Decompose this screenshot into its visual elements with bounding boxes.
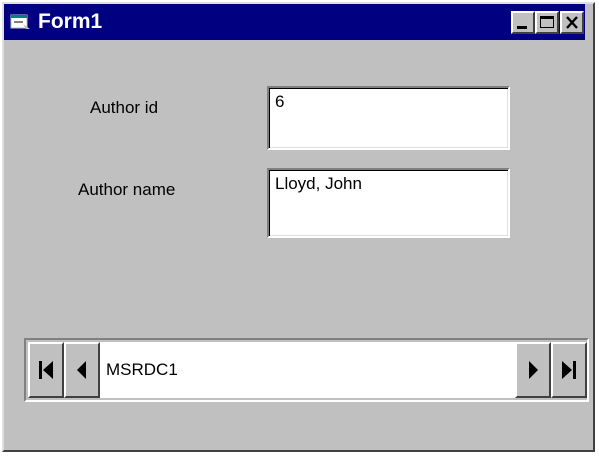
author-id-label: Author id (90, 98, 159, 117)
move-last-button[interactable] (551, 342, 587, 398)
author-name-label: Author name (78, 180, 176, 199)
window-title: Form1 (38, 10, 103, 33)
remote-data-control: MSRDC1 (24, 338, 589, 402)
author-id-field[interactable]: 6 (267, 86, 510, 150)
move-next-button[interactable] (515, 342, 551, 398)
data-control-caption: MSRDC1 (100, 342, 515, 398)
minimize-icon (517, 26, 527, 29)
form-icon[interactable] (10, 12, 32, 32)
maximize-icon (540, 16, 554, 28)
move-previous-icon (77, 361, 86, 379)
move-first-icon (39, 361, 53, 379)
author-name-field[interactable]: Lloyd, John (267, 168, 510, 238)
title-bar[interactable]: Form1 (4, 4, 585, 40)
maximize-button[interactable] (535, 11, 559, 34)
close-icon (566, 16, 578, 29)
move-next-icon (529, 361, 538, 379)
move-previous-button[interactable] (64, 342, 100, 398)
minimize-button[interactable] (511, 11, 535, 34)
move-first-button[interactable] (28, 342, 64, 398)
close-button[interactable] (560, 11, 584, 34)
move-last-icon (562, 361, 576, 379)
